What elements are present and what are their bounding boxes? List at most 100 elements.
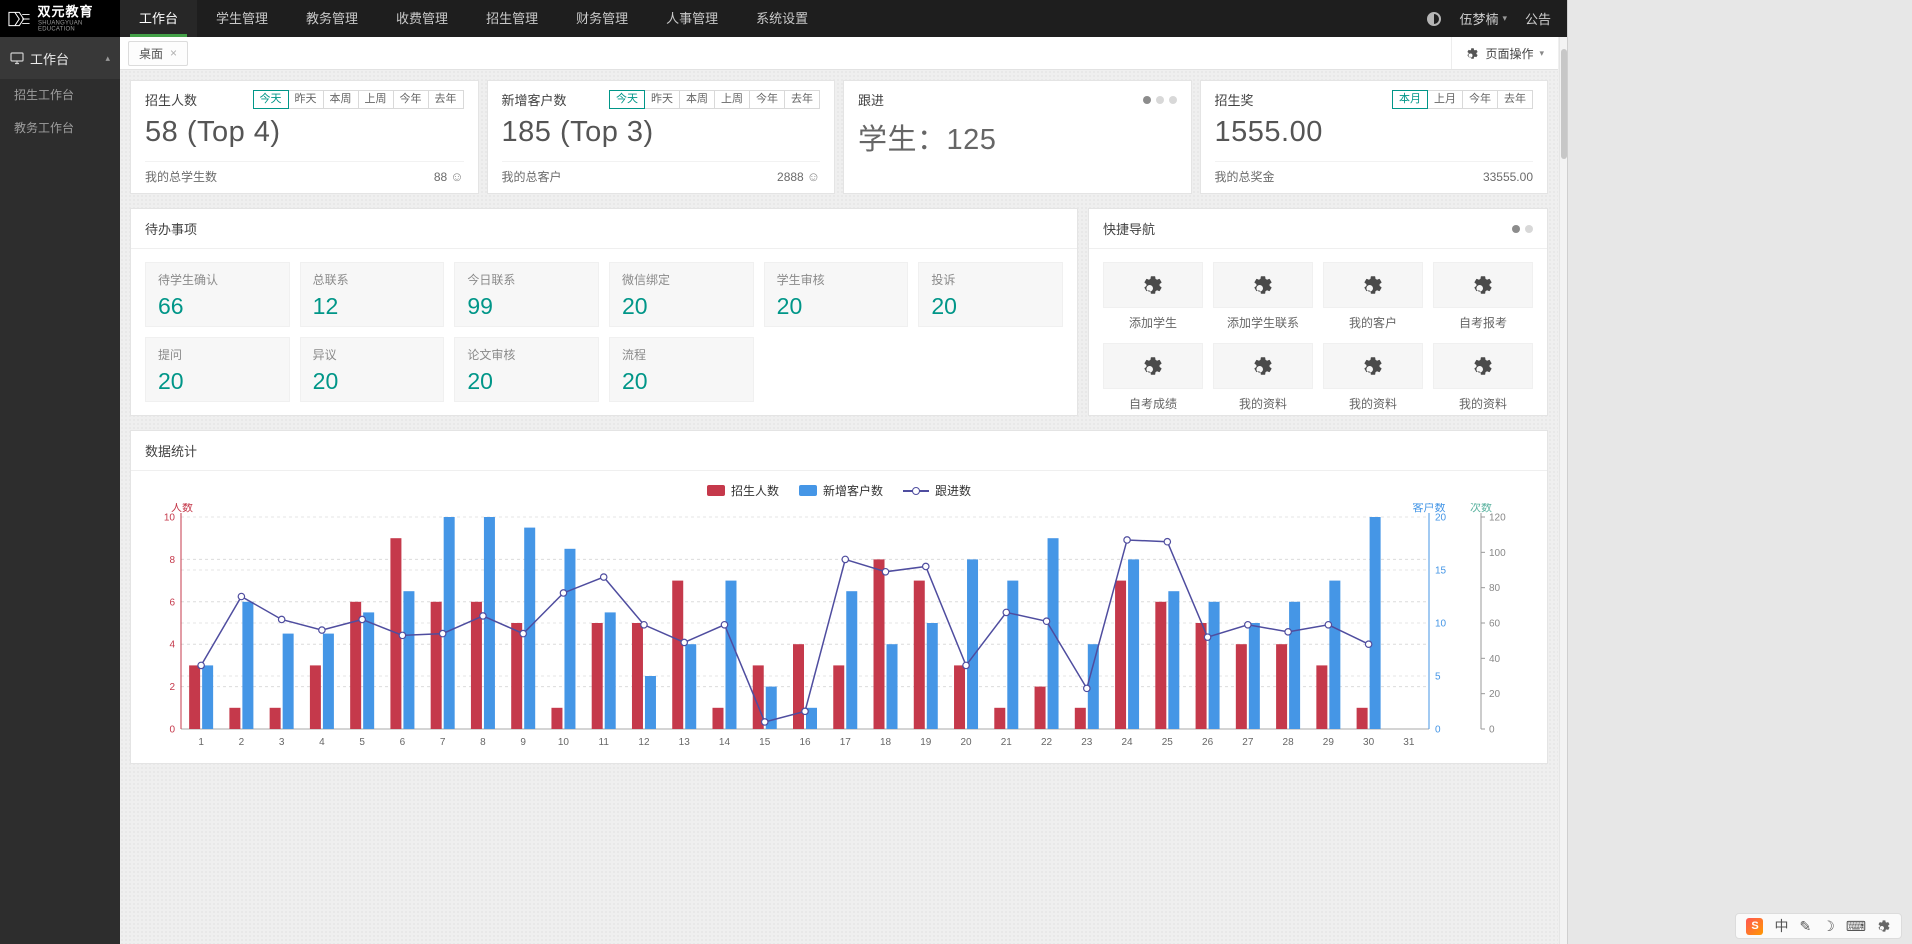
carousel-dots [1143, 96, 1177, 104]
svg-text:10: 10 [558, 737, 570, 748]
user-name: 伍梦楠 [1459, 9, 1498, 28]
carousel-dot[interactable] [1169, 96, 1177, 104]
legend-item[interactable]: 招生人数 [707, 482, 779, 499]
time-filter-button[interactable]: 去年 [784, 90, 820, 109]
todo-value: 20 [777, 293, 896, 320]
carousel-dot[interactable] [1512, 225, 1520, 233]
footer-label: 我的总客户 [502, 168, 562, 185]
stat-cards-row: 招生人数 今天昨天本周上周今年去年 58 (Top 4) 我的总学生数 88☺ … [130, 80, 1548, 194]
page-operations-button[interactable]: 页面操作 ▾ [1451, 37, 1558, 69]
brand-text: 双元教育 SHUANGYUAN EDUCATION [38, 5, 114, 33]
quick-nav-label: 自考成绩 [1103, 395, 1203, 412]
sidebar-header-workbench[interactable]: 工作台 ▴ [0, 37, 120, 79]
quick-nav-item[interactable]: 添加学生 [1103, 262, 1203, 331]
ime-lang-toggle[interactable]: 中 [1774, 916, 1788, 936]
ime-logo-icon[interactable]: S [1746, 918, 1763, 935]
quick-nav-label: 我的资料 [1323, 395, 1423, 412]
legend-item[interactable]: 跟进数 [903, 482, 971, 499]
top-navbar: 双元教育 SHUANGYUAN EDUCATION 工作台学生管理教务管理收费管… [0, 0, 1567, 37]
carousel-dot[interactable] [1525, 225, 1533, 233]
svg-text:28: 28 [1283, 737, 1295, 748]
todo-label: 总联系 [313, 271, 432, 288]
time-filter-button[interactable]: 本周 [679, 90, 715, 109]
svg-text:120: 120 [1489, 513, 1506, 524]
quick-nav-item[interactable]: 添加学生联系 [1213, 262, 1313, 331]
user-menu[interactable]: 伍梦楠 ▾ [1459, 9, 1507, 28]
time-filter-button[interactable]: 今年 [393, 90, 429, 109]
vertical-scrollbar[interactable] [1559, 37, 1567, 944]
smiley-icon: ☺ [807, 169, 820, 184]
time-filter-button[interactable]: 上周 [714, 90, 750, 109]
time-filter-button[interactable]: 今天 [253, 90, 289, 109]
theme-icon[interactable] [1427, 12, 1441, 26]
svg-text:客户数: 客户数 [1413, 503, 1446, 514]
quick-nav-item[interactable]: 我的资料 [1433, 343, 1533, 412]
nav-item[interactable]: 招生管理 [467, 0, 557, 37]
sidebar-item[interactable]: 招生工作台 [0, 79, 120, 112]
svg-text:60: 60 [1489, 619, 1501, 630]
quick-nav-item[interactable]: 我的资料 [1213, 343, 1313, 412]
moon-icon[interactable]: ☽ [1822, 918, 1835, 935]
nav-item[interactable]: 学生管理 [197, 0, 287, 37]
time-filter-button[interactable]: 今天 [609, 90, 645, 109]
quick-nav-panel: 快捷导航 添加学生添加学生联系我的客户自考报考自考成绩我的资料我的资料我的资料 [1088, 208, 1548, 416]
time-filter-button[interactable]: 今年 [1462, 90, 1498, 109]
keyboard-icon[interactable]: ⌨ [1846, 918, 1866, 935]
brand-name: 双元教育 [38, 5, 114, 19]
time-filter-button[interactable]: 昨天 [644, 90, 680, 109]
todo-label: 微信绑定 [622, 271, 741, 288]
nav-item[interactable]: 教务管理 [287, 0, 377, 37]
gear-icon [1466, 47, 1479, 60]
chart-area: 招生人数新增客户数跟进数 024681005101520020406080100… [131, 471, 1547, 763]
svg-text:4: 4 [319, 737, 325, 748]
svg-text:29: 29 [1323, 737, 1335, 748]
quick-nav-tile [1103, 262, 1203, 308]
notice-link[interactable]: 公告 [1525, 9, 1551, 28]
scrollbar-thumb[interactable] [1561, 49, 1567, 159]
nav-item[interactable]: 人事管理 [647, 0, 737, 37]
todo-item: 学生审核20 [764, 262, 909, 327]
nav-item[interactable]: 工作台 [120, 0, 197, 37]
time-filter-button[interactable]: 本月 [1392, 90, 1428, 109]
nav-item[interactable]: 财务管理 [557, 0, 647, 37]
tab-desktop[interactable]: 桌面 × [128, 41, 188, 66]
quick-nav-item[interactable]: 我的资料 [1323, 343, 1423, 412]
carousel-dot[interactable] [1143, 96, 1151, 104]
time-filter-button[interactable]: 去年 [1497, 90, 1533, 109]
settings-icon[interactable] [1877, 919, 1891, 933]
todo-item: 论文审核20 [454, 337, 599, 402]
close-icon[interactable]: × [170, 47, 177, 59]
time-filter-button[interactable]: 上月 [1427, 90, 1463, 109]
svg-text:1: 1 [198, 737, 204, 748]
quick-nav-item[interactable]: 自考报考 [1433, 262, 1533, 331]
sidebar-items: 招生工作台教务工作台 [0, 79, 120, 145]
svg-text:25: 25 [1162, 737, 1174, 748]
todo-label: 今日联系 [467, 271, 586, 288]
brand-logo[interactable]: 双元教育 SHUANGYUAN EDUCATION [0, 0, 120, 37]
nav-item[interactable]: 收费管理 [377, 0, 467, 37]
time-filter-button[interactable]: 本周 [323, 90, 359, 109]
time-filter-button[interactable]: 上周 [358, 90, 394, 109]
time-filter-button[interactable]: 昨天 [288, 90, 324, 109]
pen-icon[interactable]: ✎ [1799, 918, 1811, 935]
carousel-dot[interactable] [1156, 96, 1164, 104]
footer-value: 33555.00 [1483, 170, 1533, 184]
sidebar-item[interactable]: 教务工作台 [0, 112, 120, 145]
svg-text:22: 22 [1041, 737, 1053, 748]
chart-legend: 招生人数 新增客户数 跟进数 [141, 475, 1537, 503]
quick-nav-item[interactable]: 自考成绩 [1103, 343, 1203, 412]
svg-text:19: 19 [920, 737, 932, 748]
svg-text:10: 10 [164, 513, 176, 524]
legend-item[interactable]: 新增客户数 [799, 482, 883, 499]
todo-item: 总联系12 [300, 262, 445, 327]
nav-item[interactable]: 系统设置 [737, 0, 827, 37]
quick-nav-label: 自考报考 [1433, 314, 1533, 331]
sidebar-header-label: 工作台 [30, 49, 69, 68]
footer-label: 我的总学生数 [145, 168, 217, 185]
quick-nav-item[interactable]: 我的客户 [1323, 262, 1423, 331]
time-filter-button[interactable]: 去年 [428, 90, 464, 109]
time-filter-button[interactable]: 今年 [749, 90, 785, 109]
svg-text:11: 11 [599, 737, 610, 748]
stat-value: 学生：125 [858, 116, 1177, 158]
footer-value: 2888☺ [777, 169, 820, 184]
